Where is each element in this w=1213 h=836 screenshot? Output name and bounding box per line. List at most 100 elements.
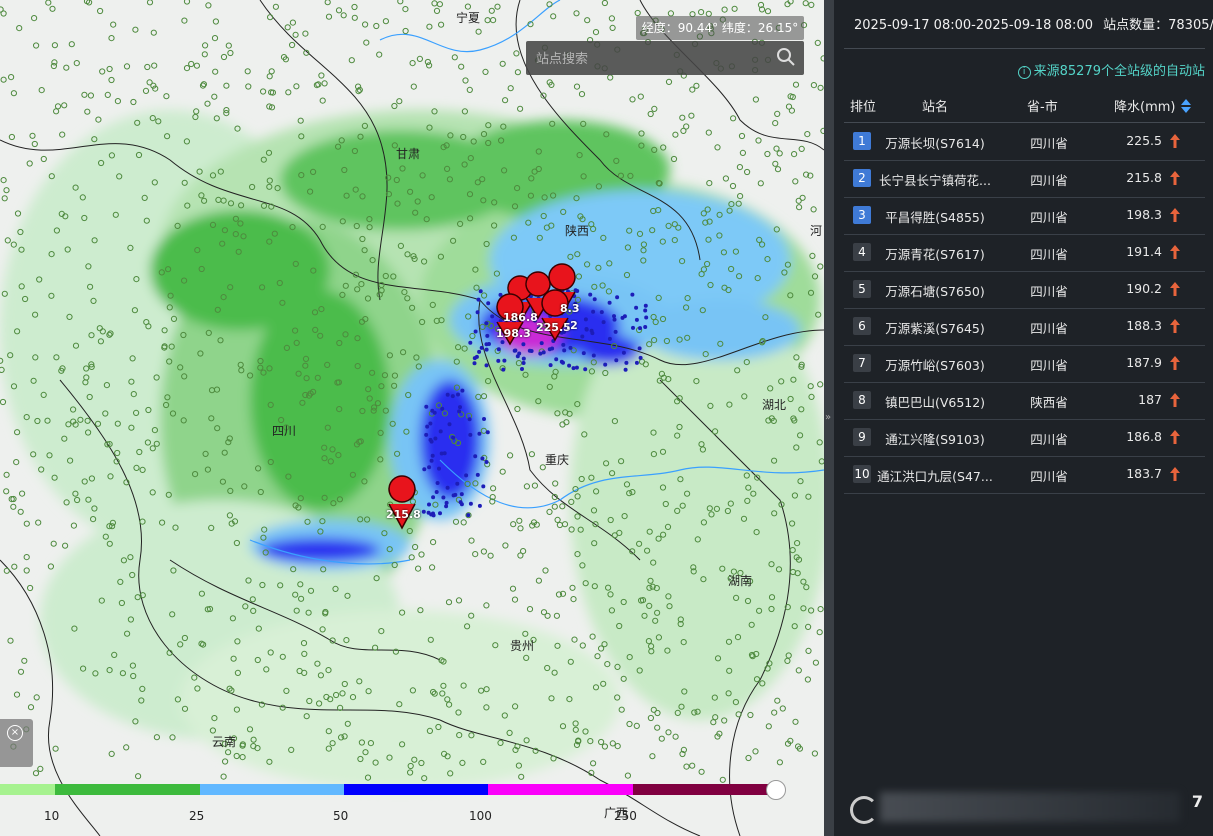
rank-badge: 2 [853, 169, 871, 187]
up-arrow-icon [1170, 430, 1180, 444]
station-name[interactable]: 镇巴巴山(V6512) [876, 392, 994, 411]
rank-badge: 9 [853, 428, 871, 446]
marker-label[interactable]: 198.3 [496, 327, 531, 340]
province-label-ningxia: 宁夏 [456, 11, 481, 25]
rank-badge: 1 [853, 132, 871, 150]
app-logo-icon [850, 796, 878, 824]
station-province: 陕西省 [1030, 395, 1068, 410]
province-label-sichuan: 四川 [272, 424, 297, 438]
station-province: 四川省 [1030, 358, 1068, 373]
legend-tick: 250 [614, 809, 637, 823]
station-name[interactable]: 通江洪口九层(S47... [876, 466, 994, 485]
station-name[interactable]: 通江兴隆(S9103) [876, 429, 994, 448]
rain-value: 215.8 [1126, 170, 1162, 185]
ranking-row[interactable]: 10 通江洪口九层(S47... 四川省 183.7 [844, 456, 1205, 494]
station-search-box[interactable] [526, 41, 804, 75]
rain-value: 198.3 [1126, 207, 1162, 222]
ranking-row[interactable]: 7 万源竹峪(S7603) 四川省 187.9 [844, 345, 1205, 383]
rank-badge: 3 [853, 206, 871, 224]
col-header-name: 站名 [922, 100, 949, 115]
ranking-row[interactable]: 8 镇巴巴山(V6512) 陕西省 187 [844, 382, 1205, 420]
legend-swatch [0, 784, 55, 795]
station-search-input[interactable] [534, 47, 768, 71]
col-header-rain[interactable]: 降水(mm) [1114, 96, 1192, 115]
collapse-arrow-icon: » [825, 412, 832, 423]
legend-close-button[interactable]: × [0, 719, 33, 767]
coordinate-readout: 经度：90.44° 纬度：26.15° [636, 16, 804, 40]
rainfall-map[interactable]: 经度：90.44° 纬度：26.15° 宁夏 甘肃 陕西 河 四川 重庆 湖北 … [0, 0, 824, 836]
up-arrow-icon [1170, 282, 1180, 296]
up-arrow-icon [1170, 245, 1180, 259]
rain-value: 188.3 [1126, 318, 1162, 333]
station-province: 四川省 [1030, 284, 1068, 299]
station-province: 四川省 [1030, 210, 1068, 225]
legend-tick: 100 [469, 809, 492, 823]
station-name[interactable]: 万源石塘(S7650) [876, 281, 994, 300]
col-header-province: 省-市 [1027, 100, 1058, 115]
station-province: 四川省 [1030, 247, 1068, 262]
legend-swatch [488, 784, 633, 795]
ranking-row[interactable]: 3 平昌得胜(S4855) 四川省 198.3 [844, 197, 1205, 235]
legend-swatch [55, 784, 200, 795]
search-icon[interactable] [776, 47, 796, 71]
rain-value: 187.9 [1126, 355, 1162, 370]
up-arrow-icon [1170, 208, 1180, 222]
ranking-row[interactable]: 1 万源长坝(S7614) 四川省 225.5 [844, 123, 1205, 161]
legend-slider-handle[interactable] [766, 780, 786, 800]
rain-value: 186.8 [1126, 429, 1162, 444]
ranking-row[interactable]: 5 万源石塘(S7650) 四川省 190.2 [844, 271, 1205, 309]
ranking-row[interactable]: 4 万源青花(S7617) 四川省 191.4 [844, 234, 1205, 272]
rank-badge: 6 [853, 317, 871, 335]
station-province: 四川省 [1030, 432, 1068, 447]
station-name[interactable]: 平昌得胜(S4855) [876, 207, 994, 226]
time-range: 2025-09-17 08:00-2025-09-18 08:00 [854, 18, 1093, 33]
marker-label[interactable]: 215.8 [386, 508, 421, 521]
rank-badge: 7 [853, 354, 871, 372]
close-icon: × [7, 725, 23, 741]
rain-value: 225.5 [1126, 133, 1162, 148]
legend-tick: 10 [44, 809, 60, 823]
province-label-shaanxi: 陕西 [565, 224, 590, 238]
col-header-rain-label: 降水(mm) [1114, 100, 1176, 115]
map-canvas [0, 0, 824, 836]
marker-label[interactable]: 8.3 [560, 302, 580, 315]
rain-value: 183.7 [1126, 466, 1162, 481]
ranking-panel: 2025-09-17 08:00-2025-09-18 08:00 站点数量：7… [834, 0, 1213, 836]
rank-badge: 8 [853, 391, 871, 409]
marker-label[interactable]: .2 [566, 319, 578, 332]
ranking-row[interactable]: 2 长宁县长宁镇荷花... 四川省 215.8 [844, 160, 1205, 198]
province-label-hunan: 湖南 [728, 574, 753, 588]
rain-value: 191.4 [1126, 244, 1162, 259]
sort-icon[interactable] [1180, 98, 1192, 114]
rain-value: 190.2 [1126, 281, 1162, 296]
page-number: 7 [1191, 792, 1203, 811]
province-label-henan: 河 [810, 224, 823, 238]
station-name[interactable]: 万源长坝(S7614) [876, 133, 994, 152]
province-label-yunnan: 云南 [212, 735, 237, 749]
up-arrow-icon [1170, 134, 1180, 148]
station-count: 站点数量：78305/85279 [1103, 18, 1213, 33]
panel-header: 2025-09-17 08:00-2025-09-18 08:00 站点数量：7… [854, 14, 1213, 33]
ranking-row[interactable]: 9 通江兴隆(S9103) 四川省 186.8 [844, 419, 1205, 457]
station-name[interactable]: 万源竹峪(S7603) [876, 355, 994, 374]
precip-legend: 10 25 50 100 250 [0, 784, 824, 836]
province-label-gansu: 甘肃 [396, 147, 421, 161]
station-name[interactable]: 万源紫溪(S7645) [876, 318, 994, 337]
province-label-chongqing: 重庆 [545, 453, 570, 467]
station-name[interactable]: 万源青花(S7617) [876, 244, 994, 263]
rank-badge: 4 [853, 243, 871, 261]
rank-badge: 10 [853, 465, 871, 483]
up-arrow-icon [1170, 171, 1180, 185]
legend-swatch [344, 784, 488, 795]
marker-label[interactable]: 186.8 [503, 311, 538, 324]
ranking-row[interactable]: 6 万源紫溪(S7645) 四川省 188.3 [844, 308, 1205, 346]
province-label-hubei: 湖北 [762, 398, 787, 412]
station-province: 四川省 [1030, 469, 1068, 484]
panel-collapse-handle[interactable]: » [824, 0, 834, 836]
up-arrow-icon [1170, 393, 1180, 407]
station-name[interactable]: 长宁县长宁镇荷花... [876, 170, 994, 189]
divider-line [844, 48, 1205, 49]
station-province: 四川省 [1030, 136, 1068, 151]
col-header-rank: 排位 [850, 100, 877, 115]
legend-tick: 50 [333, 809, 349, 823]
